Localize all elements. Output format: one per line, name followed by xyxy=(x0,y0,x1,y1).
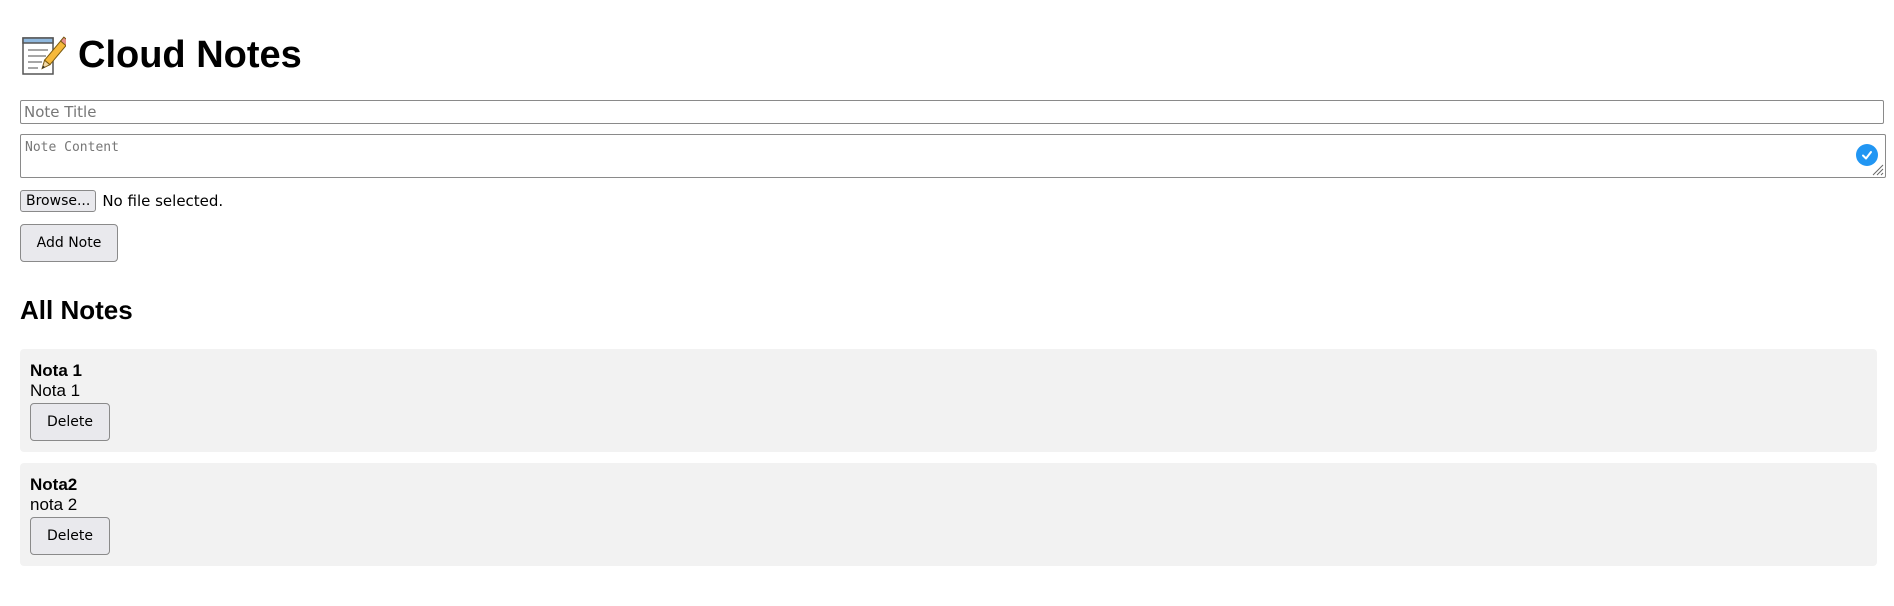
note-content: Nota 1 xyxy=(30,381,81,400)
note-content: nota 2 xyxy=(30,495,78,514)
note-title: Nota2 xyxy=(30,475,78,494)
note-content-textarea[interactable] xyxy=(20,134,1886,178)
memo-icon xyxy=(22,36,66,75)
resize-handle-icon[interactable] xyxy=(1872,164,1884,176)
notes-list: Nota 1 Nota 1 Delete Nota2 nota 2 Delete xyxy=(20,349,1877,577)
checkmark-icon xyxy=(1856,144,1878,166)
delete-button[interactable]: Delete xyxy=(30,403,110,441)
note-title-input[interactable] xyxy=(20,100,1884,124)
cloud-notes-page: Cloud Notes Browse... No file selected. … xyxy=(0,0,1894,606)
header: Cloud Notes xyxy=(20,30,302,80)
browse-button[interactable]: Browse... xyxy=(20,190,97,212)
delete-button[interactable]: Delete xyxy=(30,517,110,555)
note-card: Nota2 nota 2 Delete xyxy=(20,463,1877,566)
add-note-button[interactable]: Add Note xyxy=(20,224,118,262)
file-status-text: No file selected. xyxy=(102,192,224,210)
note-title: Nota 1 xyxy=(30,361,82,380)
note-card: Nota 1 Nota 1 Delete xyxy=(20,349,1877,452)
note-content-wrapper xyxy=(20,134,1886,178)
file-upload-row: Browse... No file selected. xyxy=(20,190,223,212)
all-notes-heading: All Notes xyxy=(20,295,133,325)
page-title: Cloud Notes xyxy=(78,34,302,76)
